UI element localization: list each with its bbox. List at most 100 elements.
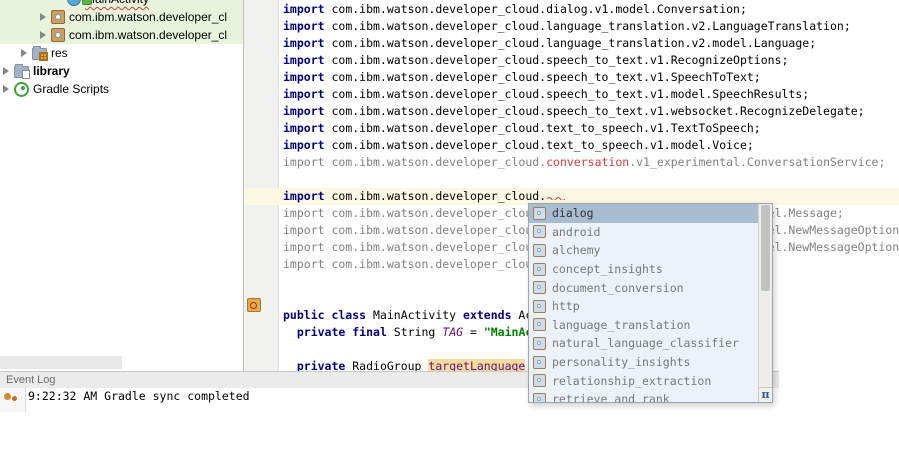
package-icon — [533, 243, 546, 257]
code-token: = — [463, 325, 484, 339]
code-token: .v1_experimental.ConversationService; — [629, 155, 886, 169]
code-token: import — [283, 138, 332, 152]
code-token: TAG — [442, 325, 464, 339]
class-gutter-icon[interactable] — [247, 298, 261, 312]
expand-arrow-icon[interactable] — [40, 13, 46, 21]
code-token: extends — [463, 308, 519, 322]
tree-item-library[interactable]: library — [0, 62, 243, 80]
project-panel[interactable]: MainActivitycom.ibm.watson.developer_clc… — [0, 0, 243, 371]
class-icon — [67, 0, 92, 6]
event-log-balloon-icon[interactable] — [4, 393, 11, 400]
completion-item-label: android — [552, 224, 601, 239]
completion-item-label: relationship_extraction — [552, 373, 712, 388]
package-icon — [533, 262, 546, 276]
editor-gutter — [244, 0, 279, 371]
completion-item-label: retrieve_and_rank — [552, 392, 670, 402]
code-line-1[interactable]: import com.ibm.watson.developer_cloud.di… — [278, 1, 899, 18]
package-icon — [533, 355, 546, 369]
code-line-5[interactable]: import com.ibm.watson.developer_cloud.sp… — [278, 69, 899, 86]
code-token: com.ibm.watson.developer_cloud.speech_to… — [331, 104, 865, 118]
code-line-2[interactable]: import com.ibm.watson.developer_cloud.la… — [278, 18, 899, 35]
tree-item-res[interactable]: res — [0, 44, 243, 62]
tree-item-mainactivity[interactable]: MainActivity — [0, 0, 243, 8]
library-folder-icon — [14, 64, 30, 79]
tree-item-gradle-scripts[interactable]: Gradle Scripts — [0, 80, 243, 98]
code-line-3[interactable]: import com.ibm.watson.developer_cloud.la… — [278, 35, 899, 52]
code-token: import — [283, 70, 332, 84]
expand-arrow-icon[interactable] — [3, 67, 9, 75]
code-token: com.ibm.watson.developer_cloud.speech_to… — [331, 70, 761, 84]
code-line-9[interactable]: import com.ibm.watson.developer_cloud.te… — [278, 137, 899, 154]
tree-item-label: res — [51, 46, 68, 60]
completion-item-relationship_extraction[interactable]: relationship_extraction — [529, 371, 758, 390]
project-tree: MainActivitycom.ibm.watson.developer_clc… — [0, 0, 243, 98]
completion-item-language_translation[interactable]: language_translation — [529, 316, 758, 335]
code-token: private — [296, 359, 353, 371]
package-icon — [533, 392, 546, 402]
code-token: com.ibm.watson.developer_cloud.text_to_s… — [331, 121, 761, 135]
completion-item-dialog[interactable]: dialog — [529, 204, 758, 223]
package-icon — [51, 28, 65, 42]
tree-item-label: MainActivity — [85, 0, 149, 6]
completion-item-document_conversion[interactable]: document_conversion — [529, 278, 758, 297]
expand-arrow-icon[interactable] — [21, 49, 27, 57]
package-icon — [533, 374, 546, 388]
gradle-icon — [14, 81, 29, 97]
code-line-10[interactable]: import com.ibm.watson.developer_cloud.co… — [278, 154, 899, 171]
tree-item-label: library — [33, 64, 70, 78]
code-token: import com.ibm.watson.developer_cloud. — [283, 155, 547, 169]
completion-item-label: http — [552, 299, 580, 314]
completion-item-label: personality_insights — [552, 355, 691, 370]
completion-item-retrieve_and_rank[interactable]: retrieve_and_rank — [529, 390, 758, 402]
tree-item-label: com.ibm.watson.developer_cl — [69, 28, 228, 42]
code-token: com.ibm.watson.developer_cloud.speech_to… — [331, 87, 810, 101]
package-icon — [533, 225, 546, 239]
code-token: import — [283, 2, 332, 16]
code-line-7[interactable]: import com.ibm.watson.developer_cloud.sp… — [278, 103, 899, 120]
package-icon — [533, 299, 546, 313]
package-icon — [533, 281, 546, 295]
completion-item-android[interactable]: android — [529, 223, 758, 242]
error-squiggle-icon — [547, 197, 566, 200]
sorting-pi-icon[interactable]: π — [758, 387, 772, 402]
ide-window: MainActivitycom.ibm.watson.developer_clc… — [0, 0, 899, 467]
completion-scrollbar-thumb[interactable] — [761, 205, 770, 291]
completion-item-http[interactable]: http — [529, 297, 758, 316]
code-line-4[interactable]: import com.ibm.watson.developer_cloud.sp… — [278, 52, 899, 69]
completion-item-concept_insights[interactable]: concept_insights — [529, 260, 758, 279]
code-token: import com.ibm.watson.developer_cloud. — [283, 257, 547, 271]
res-folder-icon — [32, 46, 48, 61]
code-token: com.ibm.watson.developer_cloud.language_… — [331, 36, 817, 50]
completion-item-personality_insights[interactable]: personality_insights — [529, 353, 758, 372]
completion-item-label: document_conversion — [552, 280, 684, 295]
code-line-8[interactable]: import com.ibm.watson.developer_cloud.te… — [278, 120, 899, 137]
code-token: import — [283, 53, 332, 67]
package-icon — [533, 206, 546, 220]
completion-item-natural_language_classifier[interactable]: natural_language_classifier — [529, 334, 758, 353]
project-panel-scrollbar[interactable] — [0, 356, 122, 369]
code-token: com.ibm.watson.developer_cloud.speech_to… — [331, 53, 789, 67]
tree-item-label: com.ibm.watson.developer_cl — [69, 10, 228, 24]
expand-arrow-icon[interactable] — [3, 85, 9, 93]
code-line-6[interactable]: import com.ibm.watson.developer_cloud.sp… — [278, 86, 899, 103]
event-log-icon-strip — [0, 388, 26, 412]
code-token: com.ibm.watson.developer_cloud.language_… — [331, 19, 851, 33]
completion-scrollbar[interactable] — [758, 204, 772, 402]
code-token: private final — [296, 325, 394, 339]
tree-item-com-ibm-watson-developer-cl[interactable]: com.ibm.watson.developer_cl — [0, 26, 243, 44]
code-token: com.ibm.watson.developer_cloud.dialog.v1… — [331, 2, 747, 16]
code-line-11[interactable] — [278, 171, 899, 188]
completion-item-label: natural_language_classifier — [552, 336, 739, 351]
code-token: com.ibm.watson.developer_cloud. — [331, 189, 547, 203]
code-token: MainActivity — [373, 308, 464, 322]
code-token: RadioGroup — [352, 359, 429, 371]
expand-arrow-icon[interactable] — [40, 31, 46, 39]
code-token: import — [283, 121, 332, 135]
completion-item-label: concept_insights — [552, 262, 663, 277]
tree-item-com-ibm-watson-developer-cl[interactable]: com.ibm.watson.developer_cl — [0, 8, 243, 26]
completion-item-label: dialog — [552, 206, 594, 221]
completion-item-alchemy[interactable]: alchemy — [529, 241, 758, 260]
code-token: import — [283, 104, 332, 118]
